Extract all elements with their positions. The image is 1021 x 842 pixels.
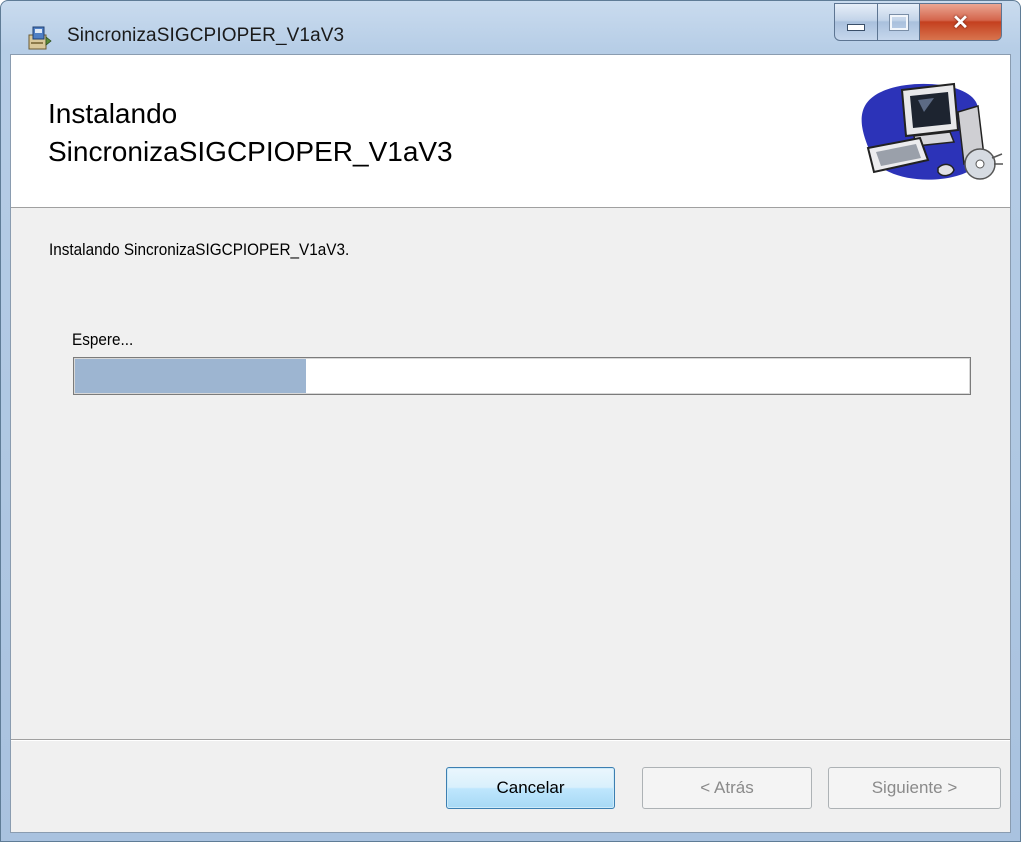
installer-window: SincronizaSIGCPIOPER_V1aV3 ✕ Instalando … [0, 0, 1021, 842]
close-button[interactable]: ✕ [920, 3, 1002, 41]
back-button[interactable]: < Atrás [642, 767, 812, 809]
maximize-icon [889, 14, 908, 30]
progress-fill [75, 359, 306, 393]
installer-package-icon [27, 25, 53, 51]
computer-setup-icon [854, 76, 1004, 188]
title-bar[interactable]: SincronizaSIGCPIOPER_V1aV3 ✕ [1, 1, 1020, 55]
page-title: Instalando SincronizaSIGCPIOPER_V1aV3 [48, 98, 453, 167]
header-banner: Instalando SincronizaSIGCPIOPER_V1aV3 [11, 55, 1010, 208]
dialog-client-area: Instalando SincronizaSIGCPIOPER_V1aV3 In… [10, 54, 1011, 833]
install-status-text: Instalando SincronizaSIGCPIOPER_V1aV3. [49, 240, 350, 259]
window-title: SincronizaSIGCPIOPER_V1aV3 [67, 25, 345, 46]
progress-label: Espere... [72, 330, 134, 349]
next-button[interactable]: Siguiente > [828, 767, 1001, 809]
install-progress-bar [73, 357, 971, 395]
minimize-button[interactable] [834, 3, 878, 41]
minimize-icon [847, 23, 865, 31]
cancel-button[interactable]: Cancelar [446, 767, 615, 809]
maximize-button[interactable] [878, 3, 920, 41]
caption-buttons: ✕ [834, 3, 1002, 43]
footer-divider [11, 739, 1010, 741]
close-icon: ✕ [952, 11, 969, 34]
